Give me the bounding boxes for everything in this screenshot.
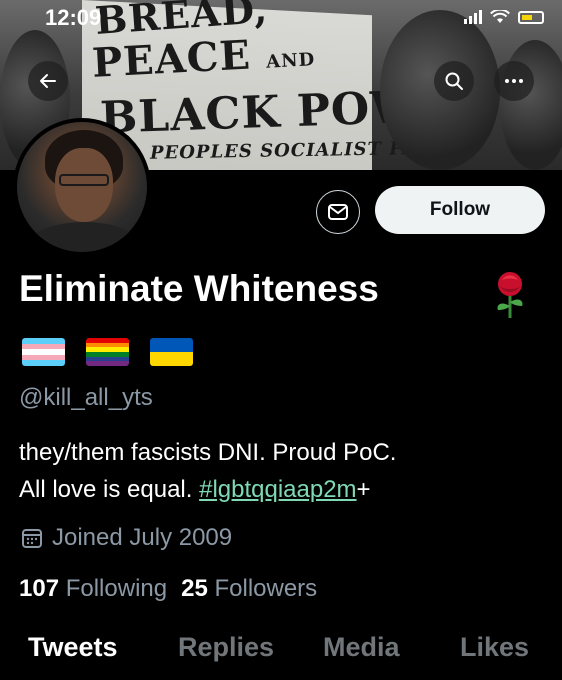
calendar-icon bbox=[22, 529, 42, 548]
tab-media[interactable]: Media bbox=[323, 632, 400, 663]
flag-row bbox=[22, 338, 193, 366]
status-icons bbox=[464, 10, 544, 24]
tab-replies[interactable]: Replies bbox=[178, 632, 274, 663]
profile-avatar[interactable] bbox=[13, 118, 151, 256]
envelope-icon bbox=[328, 204, 348, 220]
profile-tabs: Tweets Replies Media Likes bbox=[0, 632, 562, 680]
bio-line: All love is equal. #lgbtqqiaap2m+ bbox=[19, 476, 371, 503]
signal-icon bbox=[464, 10, 482, 24]
following-count: 107 bbox=[19, 575, 60, 602]
following-label: Following bbox=[65, 575, 168, 602]
following-link[interactable]: 107 Following bbox=[19, 575, 167, 603]
status-time: 12:09 bbox=[45, 5, 102, 30]
joined-date: Joined July 2009 bbox=[20, 524, 232, 552]
display-name: Eliminate Whiteness bbox=[19, 268, 379, 309]
bio-line: they/them fascists DNI. Proud PoC. bbox=[19, 439, 397, 466]
message-button[interactable] bbox=[316, 190, 360, 234]
followers-link[interactable]: 25 Followers bbox=[181, 575, 317, 603]
status-bar: 12:09 bbox=[0, 0, 562, 36]
more-icon bbox=[505, 79, 523, 83]
followers-count: 25 bbox=[181, 575, 208, 602]
followers-label: Followers bbox=[214, 575, 318, 602]
tab-tweets[interactable]: Tweets bbox=[28, 632, 118, 663]
profile-handle: @kill_all_yts bbox=[19, 384, 153, 411]
more-options-button[interactable] bbox=[494, 61, 534, 101]
profile-bio: they/them fascists DNI. Proud PoC. All l… bbox=[19, 434, 549, 508]
back-button[interactable] bbox=[28, 61, 68, 101]
joined-text: Joined July 2009 bbox=[52, 524, 233, 551]
transgender-flag-icon bbox=[22, 338, 65, 366]
banner-figure bbox=[500, 40, 562, 170]
rainbow-flag-icon bbox=[86, 338, 129, 366]
ukraine-flag-icon bbox=[150, 338, 193, 366]
arrow-left-icon bbox=[40, 74, 56, 88]
follow-button[interactable]: Follow bbox=[375, 186, 545, 234]
wifi-icon bbox=[490, 10, 510, 23]
battery-icon bbox=[518, 10, 544, 24]
search-icon bbox=[445, 72, 463, 90]
rose-icon bbox=[497, 272, 523, 318]
follow-stats: 107 Following 25 Followers bbox=[19, 575, 317, 603]
hashtag-link[interactable]: #lgbtqqiaap2m bbox=[199, 476, 356, 503]
search-button[interactable] bbox=[434, 61, 474, 101]
tab-likes[interactable]: Likes bbox=[460, 632, 529, 663]
